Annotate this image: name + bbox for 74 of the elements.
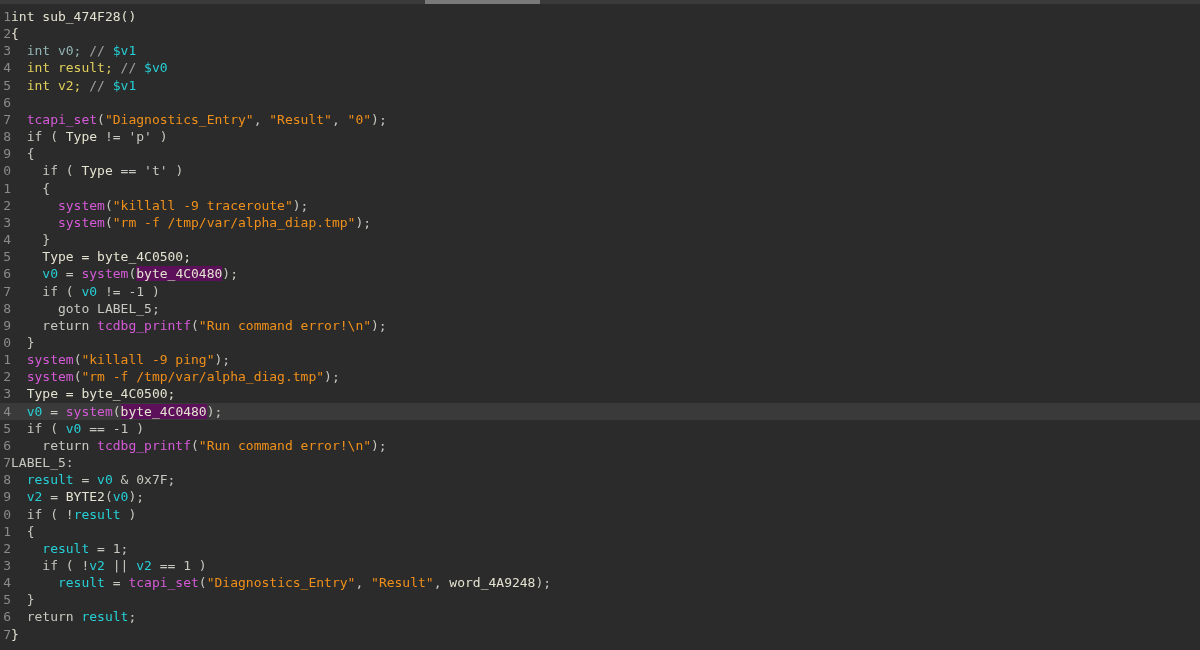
- line-number: 1: [2, 8, 11, 26]
- code-line: if ( !v2 || v2 == 1 ): [41, 557, 207, 575]
- line-number: 3: [2, 557, 11, 575]
- code-line: }: [11, 625, 19, 643]
- code-line: }: [25, 333, 35, 352]
- code-line: }: [25, 591, 35, 609]
- code-line: if ( Type == 't' ): [41, 162, 184, 180]
- line-number: 7: [2, 625, 11, 643]
- line-number: 8: [2, 128, 11, 146]
- line-number: 2: [2, 25, 11, 43]
- line-number: 9: [2, 316, 11, 334]
- line-number: 3: [2, 42, 11, 60]
- code-line: system("rm -f /tmp/var/alpha_diag.tmp");: [25, 368, 340, 386]
- code-line: int v2; // $v1: [25, 76, 137, 94]
- code-line: if ( Type != 'p' ): [25, 128, 168, 146]
- line-number: 5: [2, 591, 11, 609]
- code-line: system("rm -f /tmp/var/alpha_diap.tmp");: [56, 213, 372, 232]
- line-number: 4: [2, 574, 11, 592]
- line-number: 5: [2, 76, 11, 94]
- line-number: 0: [2, 333, 11, 352]
- code-line: if ( !result ): [25, 505, 137, 523]
- code-line: goto LABEL_5;: [56, 299, 160, 317]
- line-number: 4: [2, 402, 11, 420]
- code-line: return tcdbg_printf("Run command error!\n");: [41, 436, 387, 455]
- line-number: 6: [2, 265, 11, 283]
- code-line: Type = byte_4C0500;: [41, 248, 191, 266]
- line-number: 3: [2, 385, 11, 403]
- code-line: result = 1;: [41, 539, 129, 557]
- code-line: tcapi_set("Diagnostics_Entry", "Result", "0");: [25, 110, 387, 129]
- code-line: return tcdbg_printf("Run command error!\n");: [41, 316, 387, 334]
- code-line: {: [11, 25, 19, 43]
- code-line: v0 = system(byte_4C0480);: [25, 402, 223, 420]
- line-number: 5: [2, 248, 11, 266]
- line-number: 6: [2, 93, 11, 111]
- code-line: v2 = BYTE2(v0);: [25, 488, 145, 506]
- line-number: 3: [2, 213, 11, 232]
- code-line: result = v0 & 0x7F;: [25, 471, 176, 489]
- code-line: system("killall -9 traceroute");: [56, 196, 309, 214]
- line-number: 7: [2, 110, 11, 129]
- line-number: 9: [2, 488, 11, 506]
- line-number: 8: [2, 471, 11, 489]
- code-line: result = tcapi_set("Diagnostics_Entry", "Result", word_4A9248);: [56, 574, 552, 592]
- line-number: 4: [2, 59, 11, 77]
- code-line: LABEL_5:: [11, 454, 74, 472]
- code-line: {: [25, 522, 35, 540]
- line-number: 9: [2, 145, 11, 163]
- code-line: {: [41, 179, 51, 197]
- line-number: 2: [2, 196, 11, 214]
- line-number: 0: [2, 162, 11, 180]
- line-number: 0: [2, 505, 11, 523]
- line-number: 7: [2, 282, 11, 300]
- code-line: int v0; // $v1: [25, 42, 137, 60]
- code-line: int sub_474F28(): [11, 8, 137, 26]
- code-line: }: [41, 231, 51, 249]
- code-line: return result;: [25, 608, 137, 626]
- line-number: 6: [2, 436, 11, 455]
- code-line: {: [25, 145, 35, 163]
- scrollbar-thumb[interactable]: [425, 0, 540, 4]
- code-line: Type = byte_4C0500;: [25, 385, 176, 403]
- line-number: 8: [2, 299, 11, 317]
- line-number: 5: [2, 419, 11, 437]
- line-number: 4: [2, 231, 11, 249]
- line-number: 7: [2, 454, 11, 472]
- code-line: if ( v0 != -1 ): [41, 282, 160, 300]
- code-line: int result; // $v0: [25, 59, 168, 77]
- code-line: if ( v0 == -1 ): [25, 419, 145, 437]
- code-line: system("killall -9 ping");: [25, 351, 231, 369]
- line-number: 2: [2, 368, 11, 386]
- line-number: 6: [2, 608, 11, 626]
- code-line: v0 = system(byte_4C0480);: [41, 265, 238, 283]
- line-number: 2: [2, 539, 11, 557]
- line-number: 1: [2, 179, 11, 197]
- line-number: 1: [2, 351, 11, 369]
- line-number: 1: [2, 522, 11, 540]
